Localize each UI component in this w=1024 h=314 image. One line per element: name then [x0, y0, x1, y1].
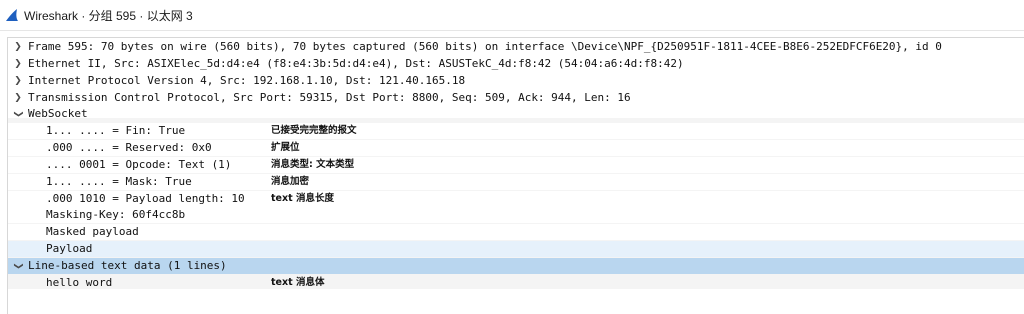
text-line-row[interactable]: hello word text 消息体 — [8, 275, 1024, 291]
field-text: hello word — [46, 276, 113, 289]
ws-field-row[interactable]: .000 .... = Reserved: 0x0 扩展位 — [8, 140, 1024, 156]
row-label: Line-based text data (1 lines) — [28, 259, 227, 272]
row-label: WebSocket — [28, 107, 88, 120]
tree-row-frame[interactable]: ❯ Frame 595: 70 bytes on wire (560 bits)… — [8, 39, 1024, 55]
tree-row-ethernet[interactable]: ❯ Ethernet II, Src: ASIXElec_5d:d4:e4 (f… — [8, 56, 1024, 72]
packet-details-tree[interactable]: ❯ Frame 595: 70 bytes on wire (560 bits)… — [7, 37, 1024, 314]
row-label: Ethernet II, Src: ASIXElec_5d:d4:e4 (f8:… — [28, 57, 684, 70]
ws-field-row[interactable]: .000 1010 = Payload length: 10 text 消息长度 — [8, 191, 1024, 207]
ws-field-row[interactable]: .... 0001 = Opcode: Text (1) 消息类型: 文本类型 — [8, 157, 1024, 173]
row-label: Internet Protocol Version 4, Src: 192.16… — [28, 74, 466, 87]
field-text: Payload — [46, 242, 93, 255]
ws-field-row[interactable]: Masked payload — [8, 224, 1024, 240]
tree-row-line-based-text[interactable]: ❯ Line-based text data (1 lines) — [8, 258, 1024, 274]
row-label: Frame 595: 70 bytes on wire (560 bits), … — [28, 40, 942, 53]
tree-row-tcp[interactable]: ❯ Transmission Control Protocol, Src Por… — [8, 90, 1024, 106]
field-annotation: 消息加密 — [271, 176, 310, 187]
field-annotation: 消息类型: 文本类型 — [271, 159, 355, 170]
tree-row-websocket[interactable]: ❯ WebSocket — [8, 106, 1024, 122]
field-text: Masked payload — [46, 225, 139, 238]
field-text: 1... .... = Fin: True — [46, 124, 186, 137]
chevron-down-icon[interactable]: ❯ — [10, 261, 26, 271]
wireshark-fin-icon — [6, 9, 18, 21]
window-title: Wireshark · 分组 595 · 以太网 3 — [24, 8, 193, 23]
field-annotation: text 消息体 — [271, 277, 325, 288]
chevron-right-icon[interactable]: ❯ — [13, 56, 23, 72]
chevron-right-icon[interactable]: ❯ — [13, 73, 23, 89]
field-annotation: text 消息长度 — [271, 193, 334, 204]
field-text: Masking-Key: 60f4cc8b — [46, 208, 186, 221]
field-text: .... 0001 = Opcode: Text (1) — [46, 158, 232, 171]
ws-field-row[interactable]: Masking-Key: 60f4cc8b — [8, 207, 1024, 223]
field-text: .000 1010 = Payload length: 10 — [46, 192, 245, 205]
ws-field-row[interactable]: 1... .... = Mask: True 消息加密 — [8, 174, 1024, 190]
field-annotation: 扩展位 — [271, 142, 300, 153]
field-annotation: 已接受完完整的报文 — [271, 125, 357, 136]
tree-row-ip[interactable]: ❯ Internet Protocol Version 4, Src: 192.… — [8, 73, 1024, 89]
chevron-right-icon[interactable]: ❯ — [13, 90, 23, 106]
field-text: 1... .... = Mask: True — [46, 175, 192, 188]
chevron-down-icon[interactable]: ❯ — [10, 109, 26, 119]
field-text: .000 .... = Reserved: 0x0 — [46, 141, 212, 154]
ws-field-row-payload[interactable]: Payload — [8, 241, 1024, 257]
row-label: Transmission Control Protocol, Src Port:… — [28, 91, 631, 104]
chevron-right-icon[interactable]: ❯ — [13, 39, 23, 55]
title-bar: Wireshark · 分组 595 · 以太网 3 — [0, 0, 1024, 31]
ws-field-row[interactable]: 1... .... = Fin: True 已接受完完整的报文 — [8, 123, 1024, 139]
